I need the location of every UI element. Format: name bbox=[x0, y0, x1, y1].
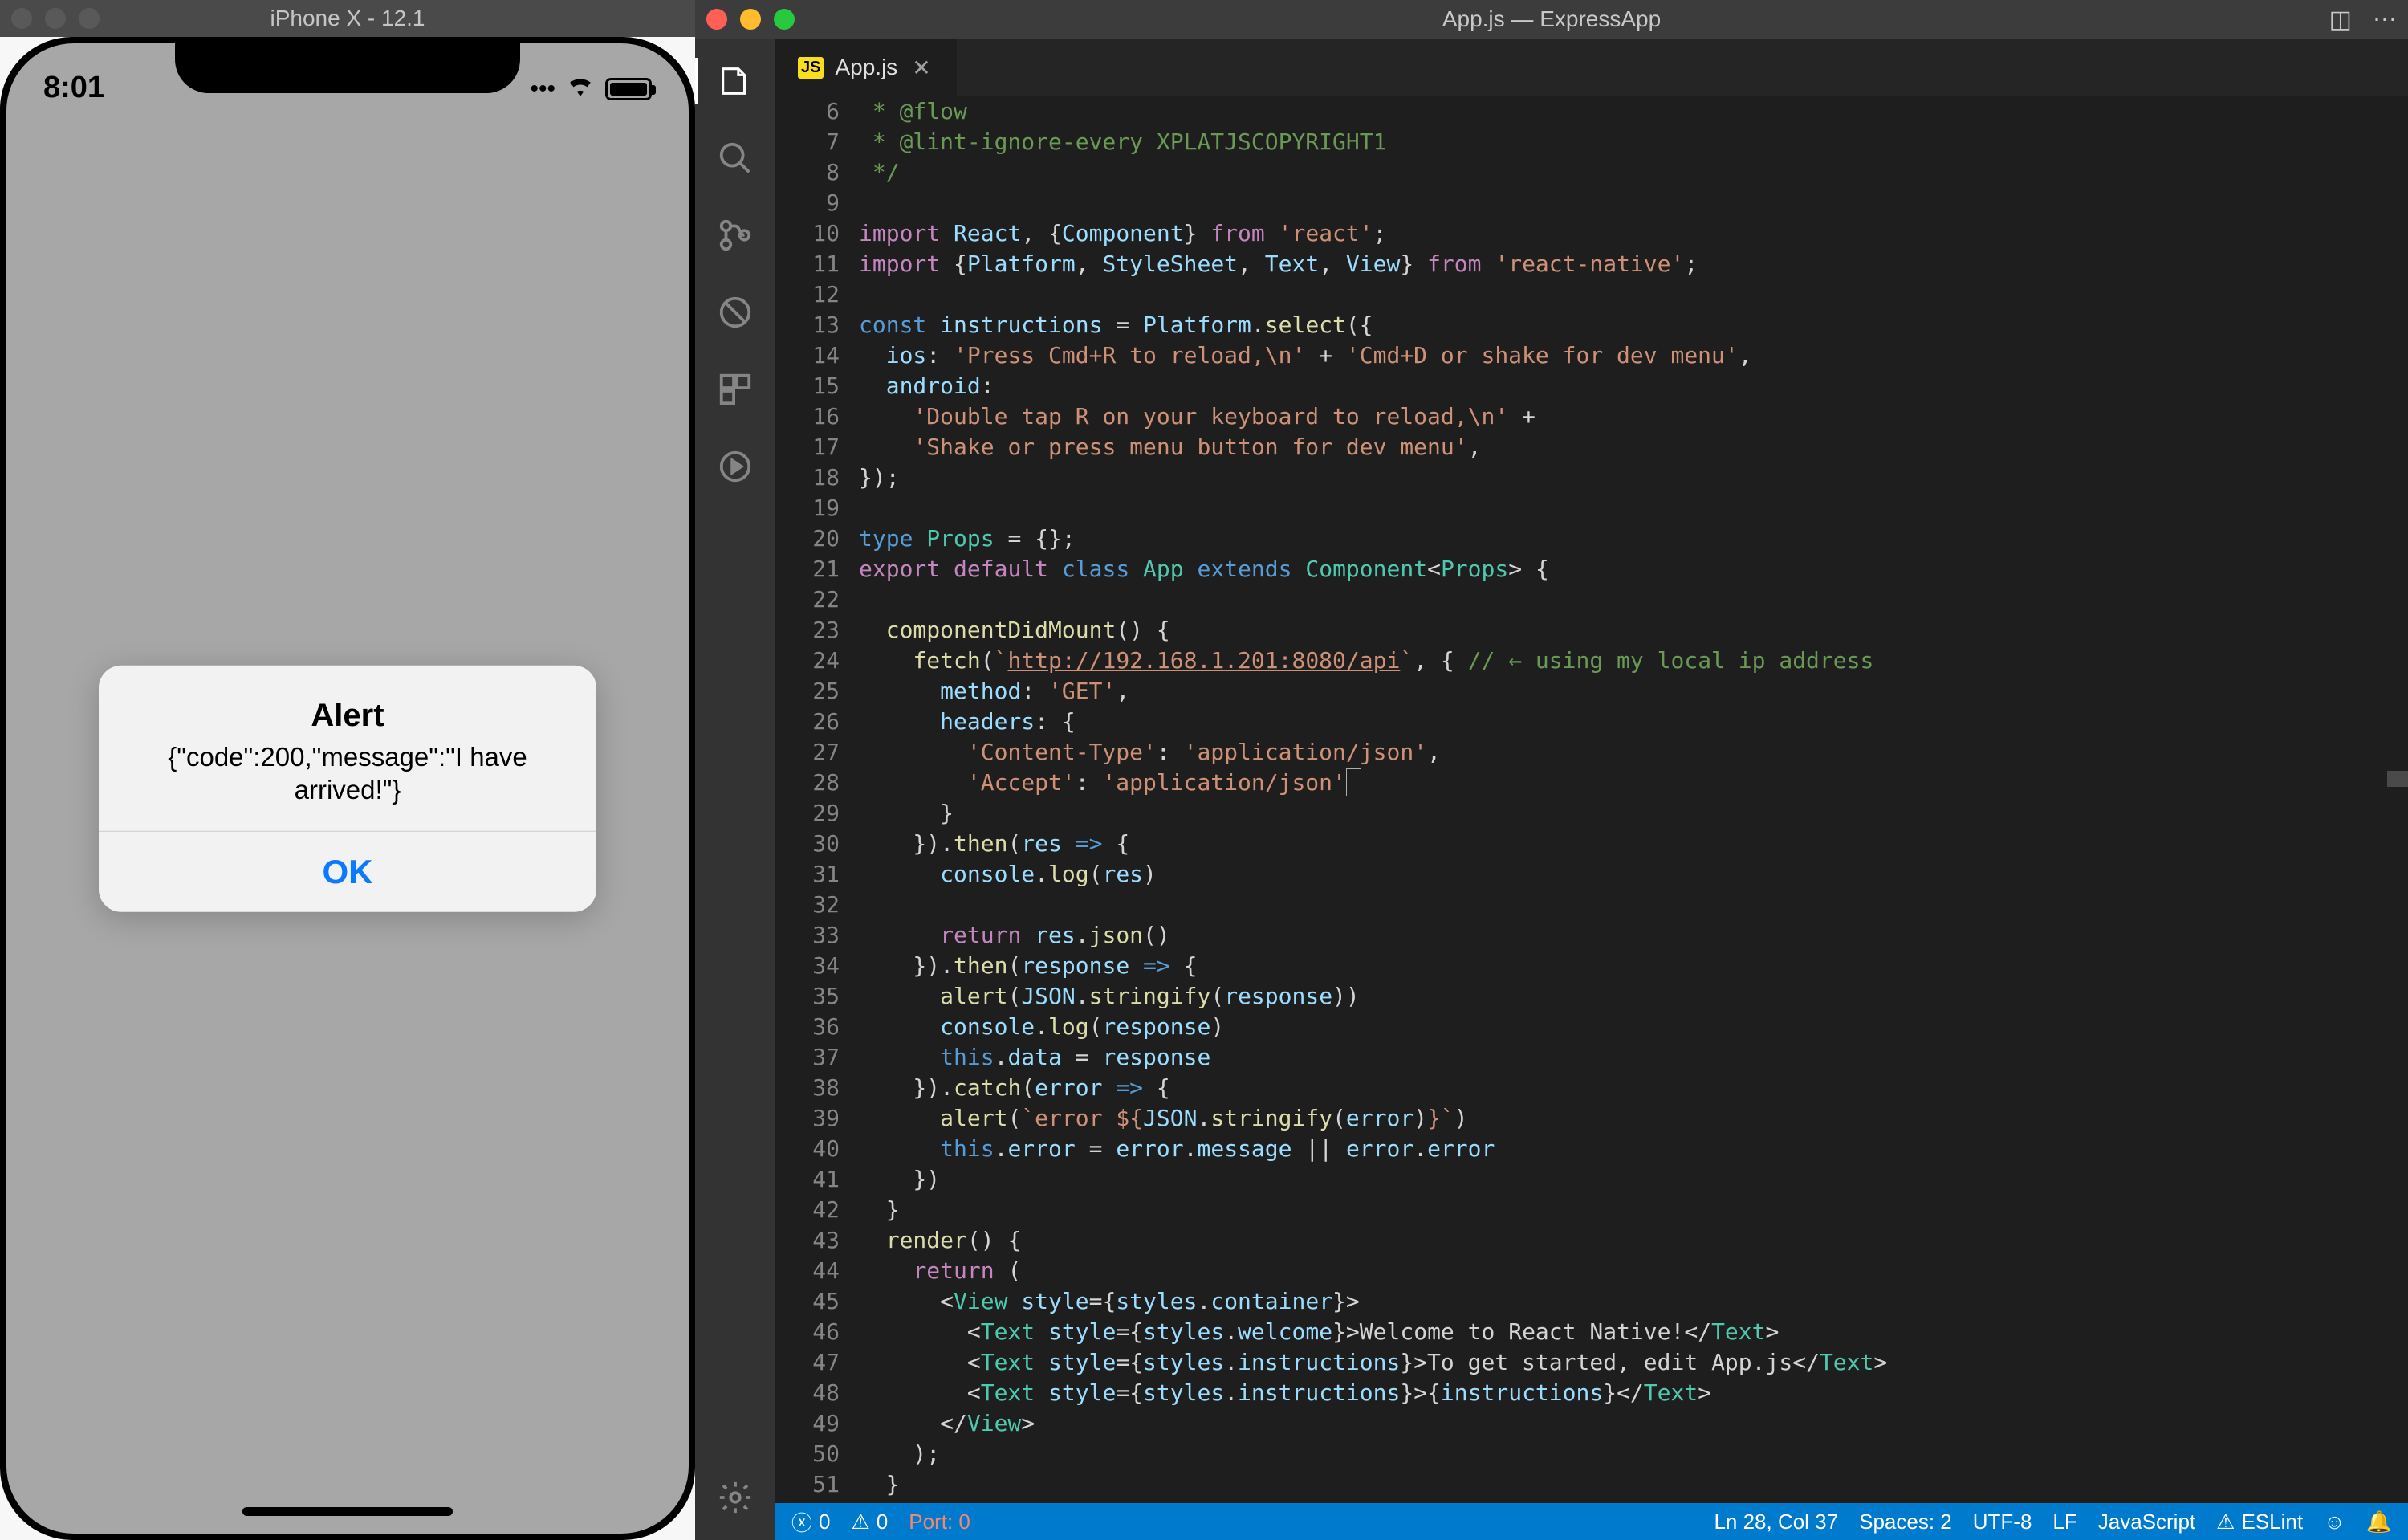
status-eslint[interactable]: ⚠ ESLint bbox=[2216, 1509, 2303, 1534]
status-icons: ••• bbox=[530, 75, 652, 103]
scrollbar-mark bbox=[2387, 771, 2408, 787]
device-frame: 8:01 ••• Alert {"code":200,"message":"I … bbox=[0, 37, 695, 1540]
status-port[interactable]: Port: 0 bbox=[909, 1509, 970, 1534]
status-encoding[interactable]: UTF-8 bbox=[1973, 1509, 2032, 1534]
wifi-icon bbox=[567, 75, 594, 103]
debug-icon[interactable] bbox=[712, 289, 759, 336]
simulator-title: iPhone X - 12.1 bbox=[0, 6, 695, 31]
status-lang[interactable]: JavaScript bbox=[2098, 1509, 2195, 1534]
alert-title: Alert bbox=[128, 698, 567, 734]
ios-simulator: iPhone X - 12.1 8:01 ••• A bbox=[0, 0, 695, 1540]
split-editor-icon[interactable]: ◫ bbox=[2329, 6, 2352, 34]
search-icon[interactable] bbox=[712, 135, 759, 181]
status-errors[interactable]: ⓧ 0 bbox=[791, 1507, 830, 1537]
scrollbar[interactable] bbox=[2387, 96, 2408, 1503]
status-bar: ⓧ 0 ⚠ 0 Port: 0 Ln 28, Col 37 Spaces: 2 … bbox=[775, 1503, 2408, 1540]
status-warnings[interactable]: ⚠ 0 bbox=[851, 1509, 888, 1534]
status-cursor[interactable]: Ln 28, Col 37 bbox=[1714, 1509, 1838, 1534]
home-indicator[interactable] bbox=[242, 1507, 453, 1516]
status-spaces[interactable]: Spaces: 2 bbox=[1859, 1509, 1952, 1534]
window-title: App.js — ExpressApp bbox=[695, 6, 2408, 32]
battery-icon bbox=[605, 78, 652, 100]
alert-message: {"code":200,"message":"I have arrived!"} bbox=[128, 740, 567, 807]
more-icon[interactable]: ⋯ bbox=[2373, 6, 2397, 34]
activity-bar bbox=[695, 39, 775, 1540]
device-notch bbox=[175, 43, 520, 93]
source-control-icon[interactable] bbox=[712, 212, 759, 259]
explorer-icon[interactable] bbox=[712, 58, 759, 104]
js-file-icon: JS bbox=[798, 57, 824, 79]
vscode-titlebar: App.js — ExpressApp ◫ ⋯ bbox=[695, 0, 2408, 39]
tab-close-icon[interactable]: ✕ bbox=[909, 55, 934, 81]
tab-bar: JS App.js ✕ bbox=[775, 39, 2408, 96]
status-time: 8:01 bbox=[43, 71, 104, 105]
tab-app-js[interactable]: JS App.js ✕ bbox=[775, 39, 957, 96]
feedback-icon[interactable]: ☺ bbox=[2324, 1509, 2345, 1534]
code-editor[interactable]: 6789101112131415161718192021222324252627… bbox=[775, 96, 2408, 1503]
gear-icon[interactable] bbox=[712, 1474, 759, 1521]
bell-icon[interactable]: 🔔 bbox=[2366, 1509, 2392, 1534]
cellular-icon: ••• bbox=[530, 75, 555, 103]
vscode-window: App.js — ExpressApp ◫ ⋯ bbox=[695, 0, 2408, 1540]
alert-ok-button[interactable]: OK bbox=[99, 831, 596, 911]
line-gutter: 6789101112131415161718192021222324252627… bbox=[775, 96, 859, 1503]
code-content[interactable]: * @flow * @lint-ignore-every XPLATJSCOPY… bbox=[859, 96, 2408, 1503]
status-eol[interactable]: LF bbox=[2052, 1509, 2076, 1534]
simulator-titlebar: iPhone X - 12.1 bbox=[0, 0, 695, 37]
run-icon[interactable] bbox=[712, 443, 759, 490]
extensions-icon[interactable] bbox=[712, 366, 759, 413]
tab-label: App.js bbox=[835, 55, 897, 80]
alert-dialog: Alert {"code":200,"message":"I have arri… bbox=[99, 666, 596, 912]
